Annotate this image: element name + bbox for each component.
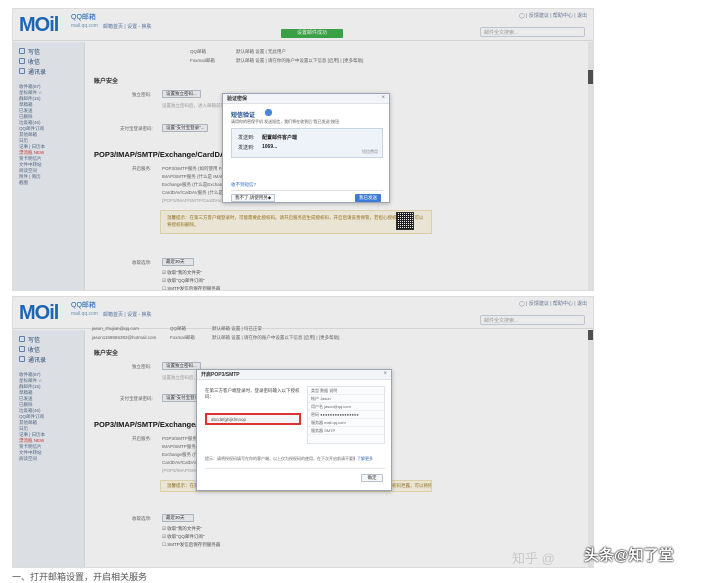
step-caption: 一、打开邮箱设置，开启相关服务 [12, 572, 148, 582]
no-sms-link[interactable]: 收不到短信? [231, 182, 256, 188]
send-to-label: 发送到: [238, 135, 255, 141]
table-row: 密码 ●●●●●●●●●●●●●●●● [308, 411, 384, 419]
number-label: 发送到: [238, 145, 255, 151]
shield-icon [265, 109, 272, 116]
zhihu-watermark: 知乎 @ [512, 551, 555, 566]
dialog-title: 开启POP3/SMTP [197, 370, 391, 380]
number-value: 1069... [262, 144, 278, 150]
dialog-title: 验证密保 [223, 94, 389, 104]
screenshot-2: MOil QQ邮箱 mail.qq.com 邮箱首页 | 设置 - 换肤 ◯ |… [12, 296, 594, 568]
auth-code-box[interactable]: abcdefghijklmnop [205, 413, 301, 425]
ok-button[interactable]: 确定 [361, 474, 383, 482]
close-icon[interactable]: × [383, 371, 387, 377]
learn-more-link[interactable]: 了解更多 [357, 456, 373, 462]
client-config-table: 类型 数据 说明 帐户 Jason 用户名 jason@qq.com 密码 ●●… [307, 386, 385, 444]
table-row: 类型 数据 说明 [308, 387, 384, 395]
dialog-desc: 在第三方客户端登录时，登录密码输入以下授权码： [205, 388, 300, 399]
sms-hint: 短信费用 [362, 149, 378, 154]
sent-button[interactable]: 我已发送 [355, 194, 381, 202]
screenshot-1: MOil QQ邮箱 mail.qq.com 邮箱首页 | 设置 - 换肤 ◯ |… [12, 8, 594, 291]
other-method-select[interactable]: 我不了,请使用另◆ [231, 194, 276, 202]
dialog-footer-text: 提示：请将授权码填写在你的客户端，以上仅为授权码的使用，在下次开启前请不要删除。 [205, 456, 355, 461]
dialog-desc: 请用你的密保手机 发送短信，我们将在收到后"我已发送"按钮 [231, 119, 339, 124]
table-row: 服务器 SMTP [308, 427, 384, 435]
enable-pop3-dialog: 开启POP3/SMTP × 在第三方客户端登录时，登录密码输入以下授权码： ab… [196, 369, 392, 491]
close-icon[interactable]: × [381, 95, 385, 101]
toutiao-watermark: 头条@知了堂 [584, 547, 674, 564]
sms-verify-dialog: 验证密保 × 短信验证 请用你的密保手机 发送短信，我们将在收到后"我已发送"按… [222, 93, 390, 203]
dialog-heading: 短信验证 [231, 113, 256, 119]
table-row: 用户名 jason@qq.com [308, 403, 384, 411]
sms-content-box: 发送到: 配置邮件客户端 发送到: 1069... 短信费用 [231, 128, 383, 158]
table-row: 服务器 mail.qq.com [308, 419, 384, 427]
send-to-value: 配置邮件客户端 [262, 135, 298, 141]
table-row: 帐户 Jason [308, 395, 384, 403]
